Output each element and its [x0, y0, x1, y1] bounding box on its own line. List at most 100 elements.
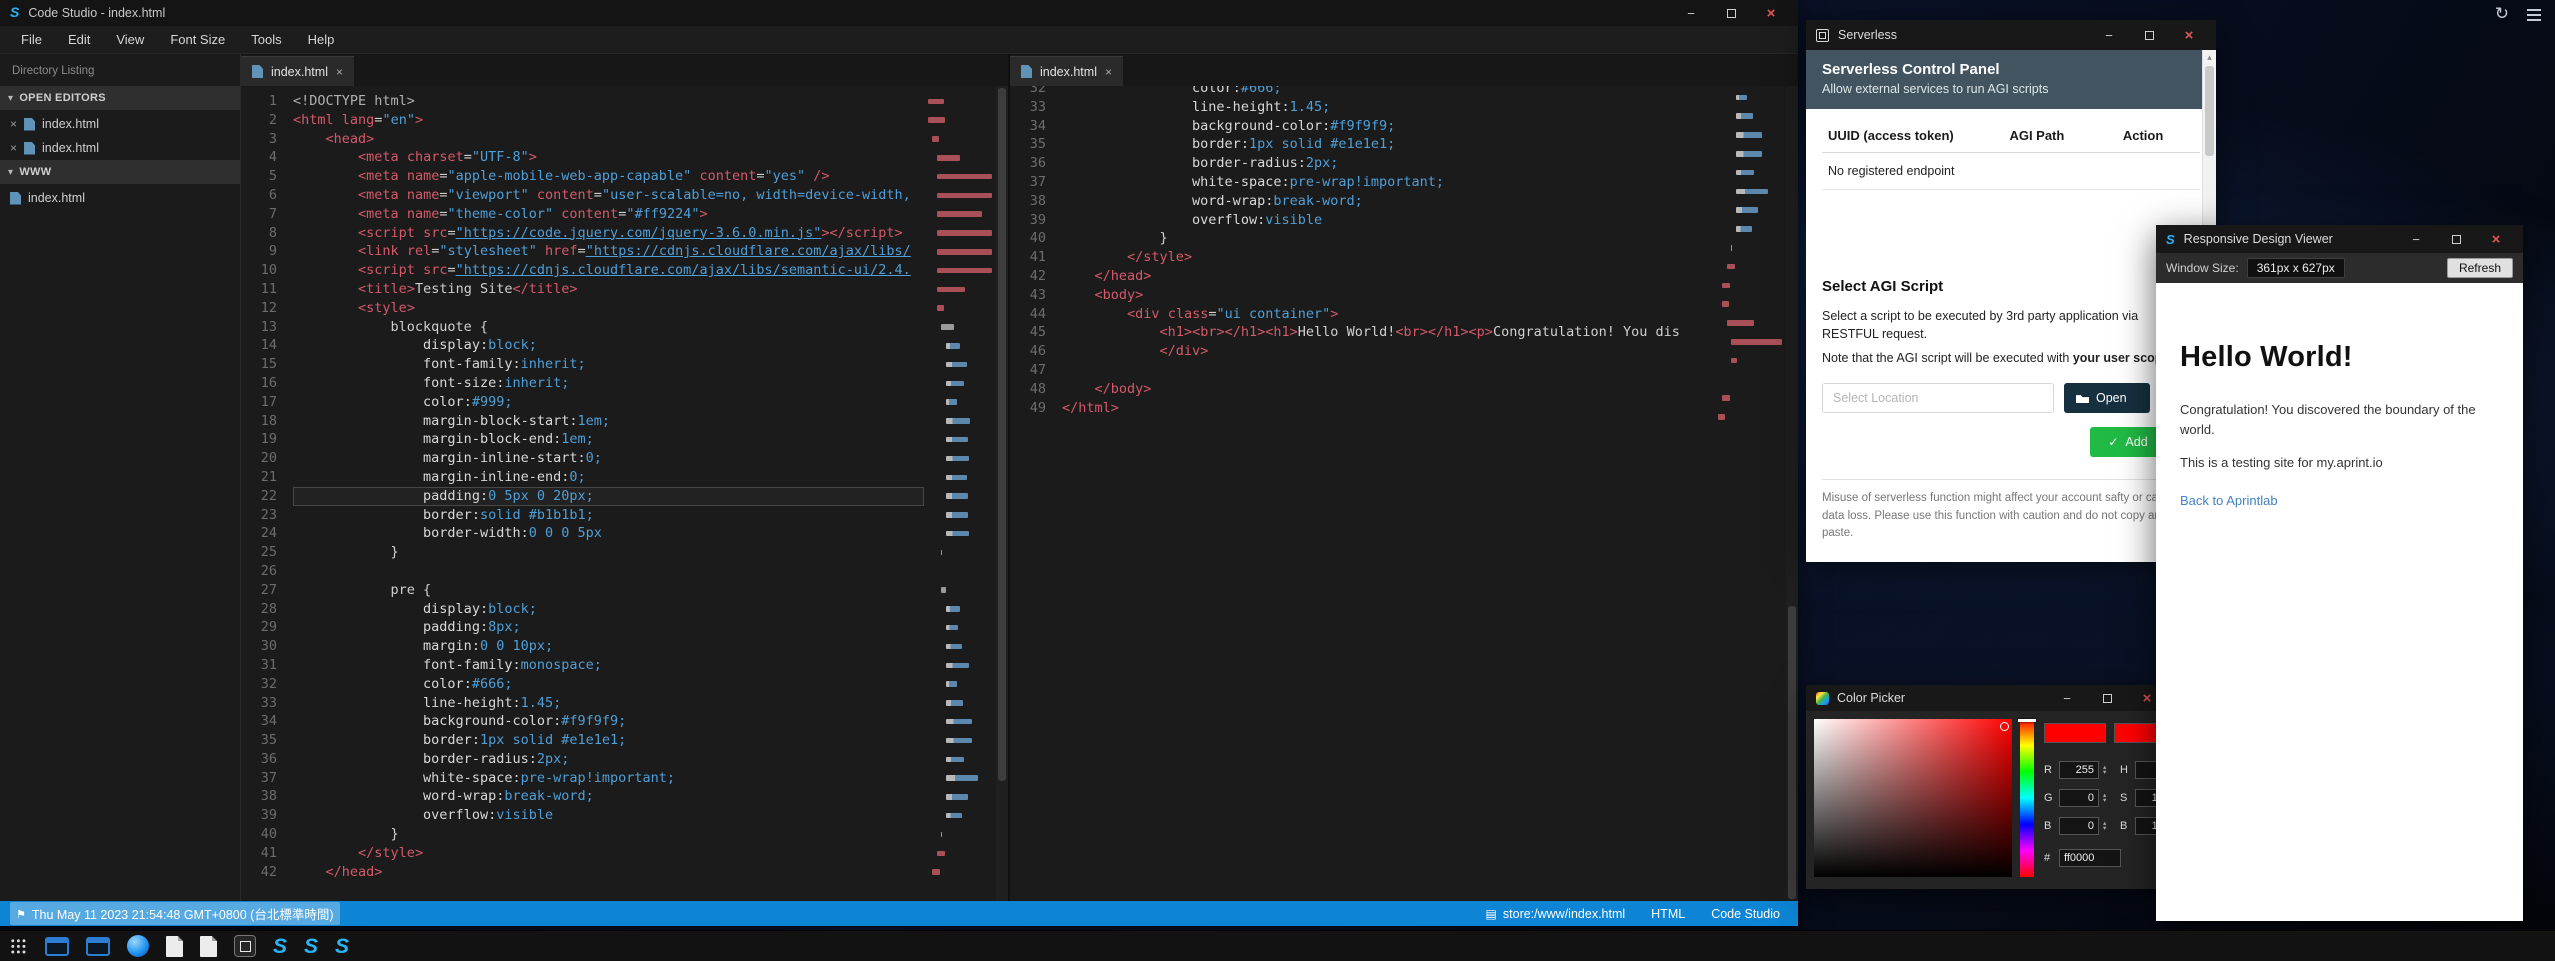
code-area[interactable]: 1<!DOCTYPE html>2<html lang="en">3 <head…: [241, 92, 924, 881]
code-line[interactable]: 38 word-wrap:break-word;: [241, 787, 924, 806]
code-line[interactable]: 14 display:block;: [241, 336, 924, 355]
code-line[interactable]: 34 background-color:#f9f9f9;: [1010, 117, 1714, 136]
code-line[interactable]: 43 <body>: [1010, 286, 1714, 305]
close-tab-icon[interactable]: [336, 65, 343, 79]
code-line[interactable]: 20 margin-inline-start:0;: [241, 449, 924, 468]
saturation-value-picker[interactable]: [1814, 719, 2012, 877]
code-line[interactable]: 29 padding:8px;: [241, 618, 924, 637]
code-line[interactable]: 6 <meta name="viewport" content="user-sc…: [241, 186, 924, 205]
code-line[interactable]: 3 <head>: [241, 130, 924, 149]
code-line[interactable]: 23 border:solid #b1b1b1;: [241, 506, 924, 525]
open-editor-item[interactable]: index.html: [0, 136, 240, 160]
code-studio-app-icon[interactable]: [273, 936, 287, 957]
hex-input[interactable]: [2059, 849, 2121, 867]
code-line[interactable]: 13 blockquote {: [241, 318, 924, 337]
maximize-button[interactable]: [1724, 7, 1738, 20]
minimize-button[interactable]: [2060, 692, 2074, 705]
scroll-up-icon[interactable]: [2203, 50, 2216, 63]
code-line[interactable]: 18 margin-block-start:1em;: [241, 412, 924, 431]
close-icon[interactable]: [10, 117, 17, 131]
code-line[interactable]: 26: [241, 562, 924, 581]
terminal-icon[interactable]: [45, 937, 69, 956]
code-line[interactable]: 24 border-width:0 0 0 5px: [241, 524, 924, 543]
minimize-button[interactable]: [2409, 233, 2423, 246]
green-input[interactable]: [2059, 789, 2099, 807]
code-line[interactable]: 34 background-color:#f9f9f9;: [241, 712, 924, 731]
minimap[interactable]: [1718, 88, 1782, 426]
sv-cursor[interactable]: [2000, 722, 2009, 731]
code-line[interactable]: 33 line-height:1.45;: [1010, 98, 1714, 117]
code-line[interactable]: 48 </body>: [1010, 380, 1714, 399]
tab-index-html[interactable]: index.html: [241, 56, 354, 86]
code-line[interactable]: 35 border:1px solid #e1e1e1;: [1010, 135, 1714, 154]
app-launcher-icon[interactable]: [10, 938, 27, 955]
code-line[interactable]: 49</html>: [1010, 399, 1714, 418]
document-icon[interactable]: [166, 936, 183, 957]
code-line[interactable]: 44 <div class="ui container">: [1010, 305, 1714, 324]
tab-index-html[interactable]: index.html: [1010, 56, 1123, 86]
menu-edit[interactable]: Edit: [55, 26, 103, 54]
code-line[interactable]: 28 display:block;: [241, 600, 924, 619]
maximize-button[interactable]: [2142, 29, 2156, 42]
www-file-item[interactable]: index.html: [0, 186, 240, 210]
code-line[interactable]: 12 <style>: [241, 299, 924, 318]
code-line[interactable]: 9 <link rel="stylesheet" href="https://c…: [241, 242, 924, 261]
title-bar[interactable]: Code Studio - index.html: [0, 0, 1798, 26]
code-line[interactable]: 21 margin-inline-end:0;: [241, 468, 924, 487]
document-icon-2[interactable]: [200, 936, 217, 957]
location-input[interactable]: [1822, 383, 2054, 413]
code-line[interactable]: 41 </style>: [241, 844, 924, 863]
code-line[interactable]: 46 </div>: [1010, 342, 1714, 361]
status-clock[interactable]: Thu May 11 2023 21:54:48 GMT+0800 (台北標準時…: [10, 902, 340, 925]
open-editor-item[interactable]: index.html: [0, 112, 240, 136]
code-line[interactable]: 8 <script src="https://code.jquery.com/j…: [241, 224, 924, 243]
minimize-button[interactable]: [1684, 7, 1698, 20]
hue-cursor[interactable]: [2018, 719, 2036, 722]
code-line[interactable]: 39 overflow:visible: [1010, 211, 1714, 230]
stepper[interactable]: ▴▾: [2103, 765, 2106, 775]
code-line[interactable]: 41 </style>: [1010, 248, 1714, 267]
serverless-app-icon[interactable]: [234, 935, 256, 957]
code-line[interactable]: 16 font-size:inherit;: [241, 374, 924, 393]
refresh-button[interactable]: Refresh: [2447, 258, 2513, 278]
open-button[interactable]: Open: [2064, 383, 2150, 413]
code-line[interactable]: 33 line-height:1.45;: [241, 694, 924, 713]
code-line[interactable]: 32 color:#666;: [1010, 86, 1714, 98]
status-file-path[interactable]: store:/www/index.html: [1486, 907, 1626, 921]
status-language[interactable]: HTML: [1651, 907, 1685, 921]
code-line[interactable]: 22 padding:0 5px 0 20px;: [241, 487, 924, 506]
section-open-editors[interactable]: OPEN EDITORS: [0, 86, 240, 110]
code-line[interactable]: 31 font-family:monospace;: [241, 656, 924, 675]
code-line[interactable]: 37 white-space:pre-wrap!important;: [241, 769, 924, 788]
code-line[interactable]: 39 overflow:visible: [241, 806, 924, 825]
preview-link[interactable]: Back to Aprintlab: [2180, 493, 2278, 508]
code-line[interactable]: 42 </head>: [1010, 267, 1714, 286]
code-line[interactable]: 30 margin:0 0 10px;: [241, 637, 924, 656]
code-line[interactable]: 38 word-wrap:break-word;: [1010, 192, 1714, 211]
stepper[interactable]: ▴▾: [2103, 821, 2106, 831]
code-line[interactable]: 7 <meta name="theme-color" content="#ff9…: [241, 205, 924, 224]
title-bar[interactable]: Color Picker: [1806, 685, 2174, 711]
code-studio-app-icon-blue[interactable]: [304, 936, 318, 957]
menu-tools[interactable]: Tools: [238, 26, 294, 54]
code-line[interactable]: 10 <script src="https://cdnjs.cloudflare…: [241, 261, 924, 280]
code-line[interactable]: 40 }: [1010, 229, 1714, 248]
code-line[interactable]: 40 }: [241, 825, 924, 844]
close-button[interactable]: [2182, 28, 2196, 43]
code-line[interactable]: 25 }: [241, 543, 924, 562]
close-tab-icon[interactable]: [1105, 65, 1112, 79]
code-line[interactable]: 27 pre {: [241, 581, 924, 600]
scrollbar-thumb[interactable]: [2205, 66, 2214, 156]
menu-icon[interactable]: [2527, 7, 2541, 21]
code-line[interactable]: 15 font-family:inherit;: [241, 355, 924, 374]
code-line[interactable]: 36 border-radius:2px;: [241, 750, 924, 769]
code-line[interactable]: 2<html lang="en">: [241, 111, 924, 130]
scrollbar[interactable]: [996, 86, 1008, 901]
stepper[interactable]: ▴▾: [2103, 793, 2106, 803]
close-icon[interactable]: [10, 141, 17, 155]
refresh-icon[interactable]: [2495, 4, 2509, 24]
minimize-button[interactable]: [2102, 29, 2116, 42]
maximize-button[interactable]: [2449, 233, 2463, 246]
code-studio-app-icon-teal[interactable]: [335, 936, 349, 957]
scrollbar[interactable]: [1786, 86, 1798, 901]
